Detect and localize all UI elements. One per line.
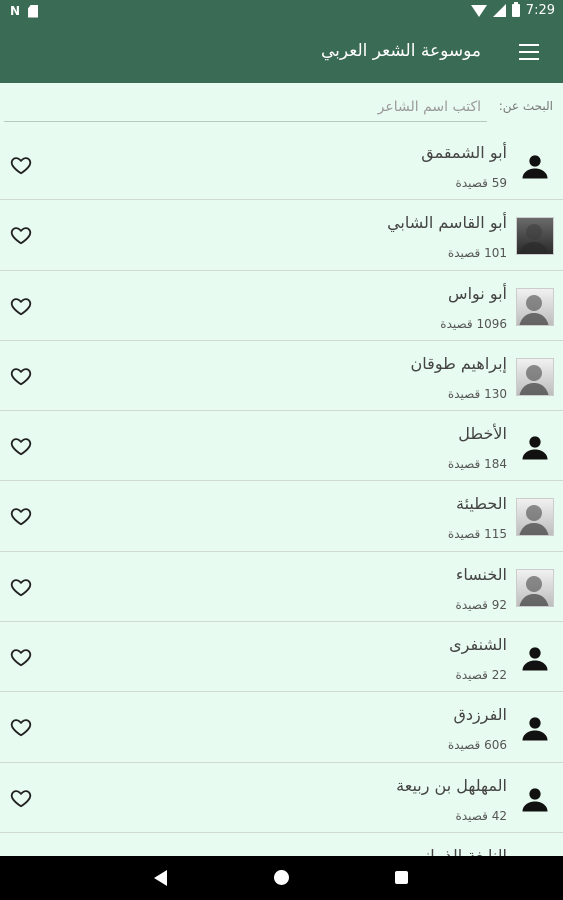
clock: 7:29 <box>525 3 555 18</box>
app-title: موسوعة الشعر العربي <box>320 41 481 61</box>
poet-photo <box>516 568 554 607</box>
heart-outline-icon[interactable] <box>10 576 32 598</box>
poet-name: الفرزدق <box>453 705 507 725</box>
poem-count: 130 قصيدة <box>447 386 507 401</box>
poet-name: أبو نواس <box>448 283 507 303</box>
poet-row[interactable]: الفرزدق 606 قصيدة <box>0 692 563 763</box>
poet-name: الخنساء <box>455 564 507 584</box>
poem-count: 115 قصيدة <box>447 527 507 542</box>
poet-name: الأخطل <box>458 424 507 444</box>
person-icon <box>516 639 554 677</box>
poet-photo <box>516 357 554 396</box>
poet-row[interactable]: المهلهل بن ربيعة 42 قصيدة <box>0 763 563 833</box>
heart-outline-icon[interactable] <box>10 646 32 668</box>
home-icon[interactable] <box>274 870 289 885</box>
poem-count: 92 قصيدة <box>455 597 507 612</box>
poet-name: النابغة الذبياني <box>412 845 507 856</box>
poet-row[interactable]: الخنساء 92 قصيدة <box>0 552 563 623</box>
poet-row[interactable]: أبو القاسم الشابي 101 قصيدة <box>0 200 563 271</box>
poet-photo <box>516 287 554 326</box>
menu-icon[interactable] <box>519 44 539 60</box>
poem-count: 59 قصيدة <box>455 176 507 190</box>
poet-name: أبو الشمقمق <box>421 143 507 162</box>
poem-count: 22 قصيدة <box>455 668 507 683</box>
person-icon <box>516 428 554 466</box>
poet-name: الشنفرى <box>449 635 507 655</box>
poem-count: 184 قصيدة <box>447 457 507 472</box>
heart-outline-icon[interactable] <box>10 505 32 527</box>
status-bar: N 7:29 <box>0 0 563 24</box>
sd-card-icon <box>28 4 39 18</box>
search-input[interactable] <box>4 92 487 122</box>
poet-row[interactable]: الحطيئة 115 قصيدة <box>0 481 563 552</box>
poet-row[interactable]: الأخطل 184 قصيدة <box>0 411 563 482</box>
signal-icon <box>492 4 506 17</box>
poet-photo <box>516 217 554 256</box>
poet-name: أبو القاسم الشابي <box>387 213 507 233</box>
poet-row[interactable]: الشنفرى 22 قصيدة <box>0 622 563 693</box>
poet-row[interactable]: إبراهيم طوقان 130 قصيدة <box>0 341 563 412</box>
person-icon <box>516 780 554 818</box>
wifi-icon <box>470 4 487 17</box>
poet-list: أبو الشمقمق 59 قصيدة أبو القاسم الشابي 101 … <box>0 130 563 856</box>
poet-row[interactable]: أبو نواس 1096 قصيدة <box>0 271 563 341</box>
poem-count: 606 قصيدة <box>447 738 507 753</box>
poet-photo <box>516 498 554 537</box>
search-label: البحث عن: <box>498 99 553 113</box>
person-icon <box>516 147 554 185</box>
poem-count: 1096 قصيدة <box>440 316 507 331</box>
poet-row[interactable]: أبو الشمقمق 59 قصيدة <box>0 130 563 201</box>
heart-outline-icon[interactable] <box>10 224 32 246</box>
navigation-bar <box>0 856 563 900</box>
heart-outline-icon[interactable] <box>10 154 32 176</box>
poet-row[interactable]: النابغة الذبياني <box>0 833 563 856</box>
n-icon: N <box>10 4 21 18</box>
poet-name: إبراهيم طوقان <box>410 353 507 373</box>
heart-outline-icon[interactable] <box>10 435 32 457</box>
person-icon <box>516 709 554 747</box>
heart-outline-icon[interactable] <box>10 716 32 738</box>
poet-name: المهلهل بن ربيعة <box>396 775 507 795</box>
back-icon[interactable] <box>154 870 167 886</box>
search-bar: البحث عن: <box>0 83 563 130</box>
recents-icon[interactable] <box>395 871 408 884</box>
poem-count: 101 قصيدة <box>447 246 507 261</box>
poet-name: الحطيئة <box>455 494 507 514</box>
heart-outline-icon[interactable] <box>10 365 32 387</box>
heart-outline-icon[interactable] <box>10 295 32 317</box>
heart-outline-icon[interactable] <box>10 787 32 809</box>
battery-icon <box>511 2 520 17</box>
app-bar: موسوعة الشعر العربي <box>0 24 563 83</box>
poem-count: 42 قصيدة <box>455 808 507 823</box>
